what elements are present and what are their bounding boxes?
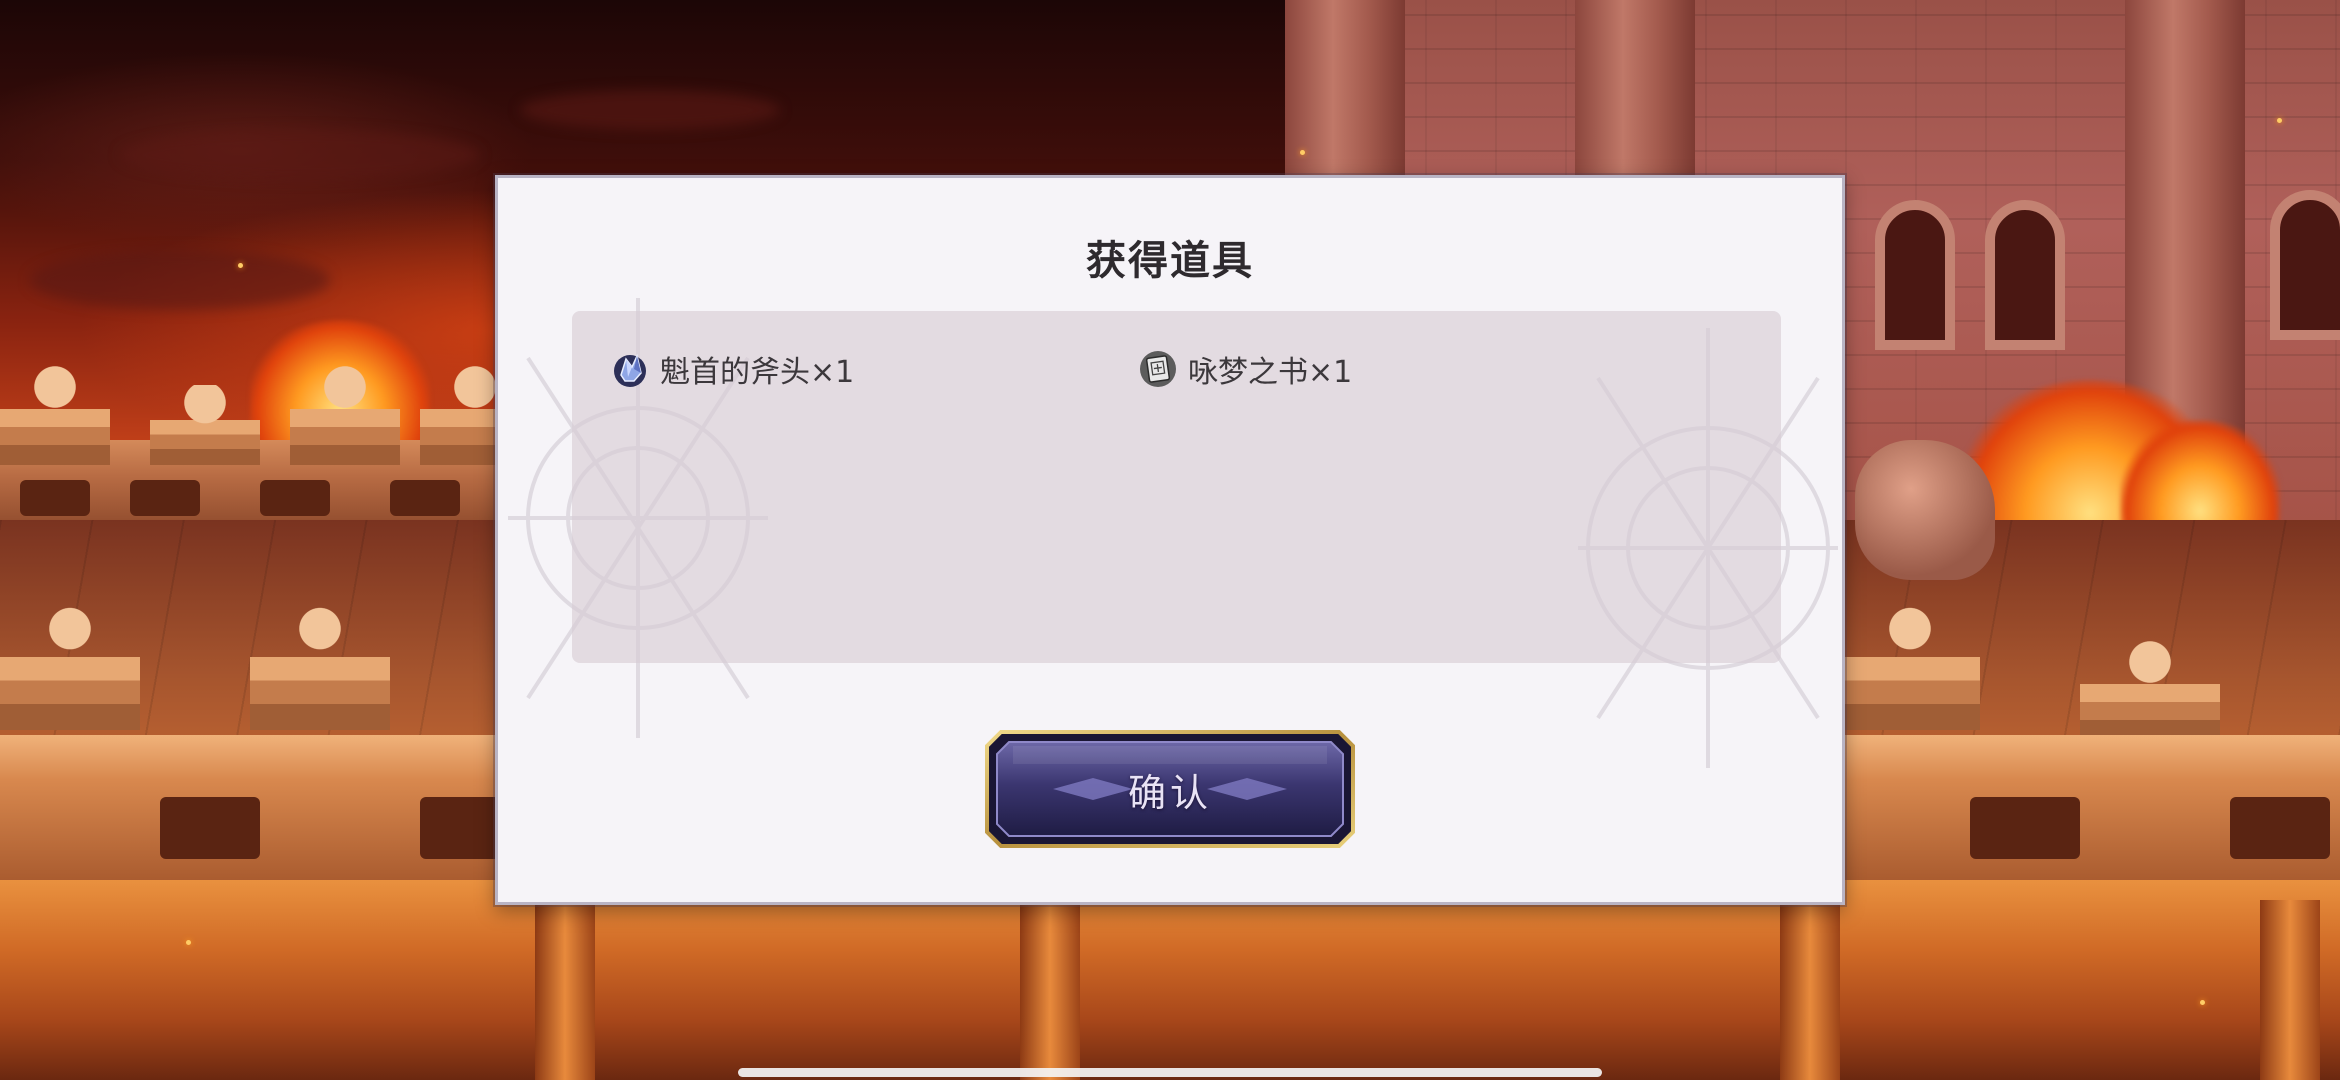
items-list: 魁首的斧头×1 咏梦之书×1 [572,311,1781,663]
home-indicator[interactable] [738,1068,1602,1077]
front-railing [0,880,2340,1080]
crystal-ore-icon [610,349,650,389]
confirm-button-label: 确认 [1127,770,1212,815]
dialog-title: 获得道具 [1086,238,1254,284]
item-obtained-dialog: 获得道具 魁首的斧头×1 咏梦之书×1 确认 [495,175,1845,905]
confirm-button[interactable]: 确认 [983,728,1357,850]
list-item: 咏梦之书×1 [1138,347,1352,391]
item-name: 魁首的斧头×1 [660,355,855,390]
book-icon [1138,349,1178,389]
list-item: 魁首的斧头×1 [610,347,854,391]
item-name: 咏梦之书×1 [1188,355,1353,390]
